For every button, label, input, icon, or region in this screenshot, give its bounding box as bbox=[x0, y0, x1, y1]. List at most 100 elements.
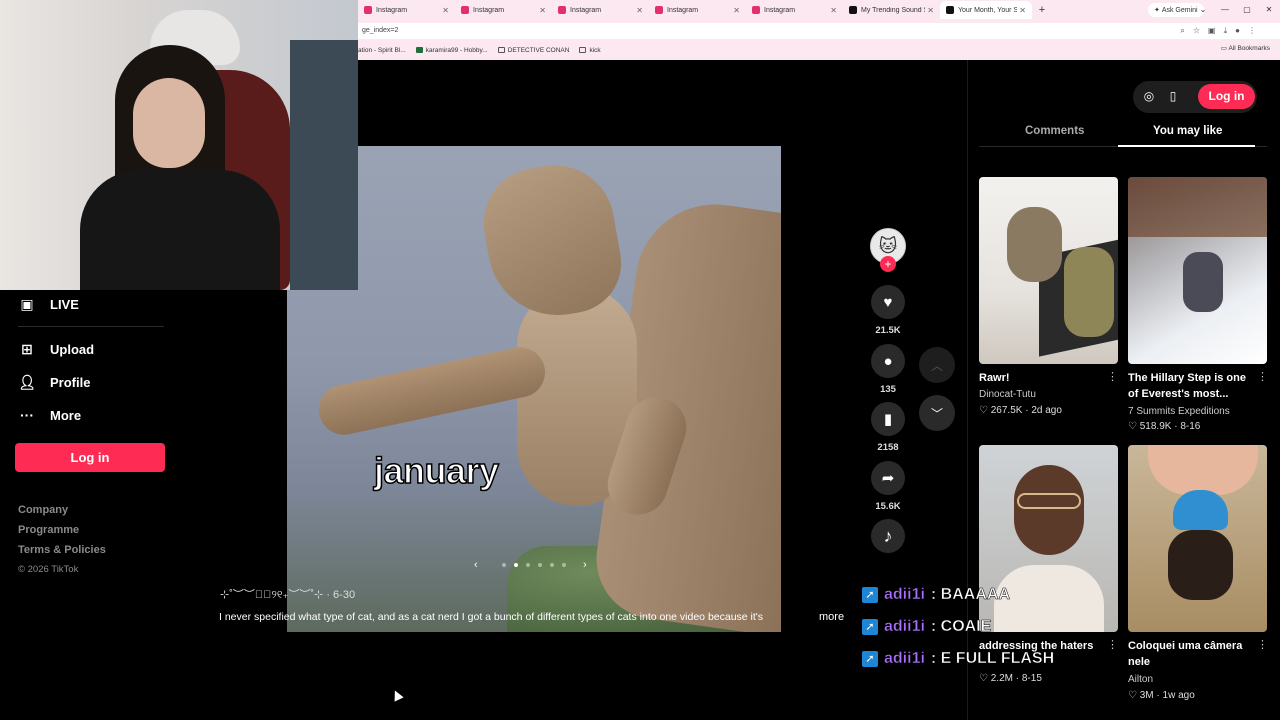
card-author[interactable]: 7 Summits Expeditions bbox=[1128, 406, 1230, 417]
bookmark-favicon-icon bbox=[415, 47, 423, 53]
carousel-dot[interactable] bbox=[514, 563, 518, 567]
card-more-icon[interactable]: ⋮ bbox=[1107, 370, 1118, 383]
card-author[interactable]: Ailton bbox=[1128, 674, 1153, 685]
follow-button[interactable]: + bbox=[880, 256, 896, 272]
save-button[interactable]: ▮ bbox=[871, 402, 905, 436]
tab-you-may-like[interactable]: You may like bbox=[1153, 125, 1222, 137]
close-window-icon[interactable]: ✕ bbox=[1258, 0, 1280, 20]
close-icon[interactable]: ✕ bbox=[733, 6, 740, 15]
share-button[interactable]: ➦ bbox=[871, 461, 905, 495]
card-title[interactable]: Rawr! bbox=[979, 370, 1104, 386]
carousel-next-icon[interactable]: › bbox=[583, 559, 587, 571]
browser-tab[interactable]: Instagram ✕ bbox=[552, 1, 649, 19]
address-bar[interactable]: ge_index=2 bbox=[358, 23, 1280, 39]
chat-badge-icon: ➚ bbox=[862, 619, 878, 635]
card-more-icon[interactable]: ⋮ bbox=[1107, 638, 1118, 651]
carousel-dot[interactable] bbox=[526, 563, 530, 567]
sidebar-login-button[interactable]: Log in bbox=[15, 443, 165, 472]
thumb-cat bbox=[1007, 207, 1062, 282]
carousel-dot[interactable] bbox=[562, 563, 566, 567]
star-icon[interactable]: ☆ bbox=[1193, 26, 1200, 36]
download-icon[interactable]: ⤓ bbox=[1224, 26, 1228, 36]
card-date: 1w ago bbox=[1162, 690, 1195, 701]
maximize-icon[interactable]: ▢ bbox=[1236, 0, 1258, 20]
extensions-icon[interactable]: ▣ bbox=[1208, 26, 1216, 36]
bookmark[interactable]: kick bbox=[579, 47, 601, 54]
sidebar-divider bbox=[18, 326, 164, 327]
footer-link-terms[interactable]: Terms & Policies bbox=[18, 544, 106, 556]
tab-search-icon[interactable]: ⌄ bbox=[1192, 0, 1214, 20]
cat-avatar-icon: 🐱︎ bbox=[878, 235, 898, 256]
footer-link-company[interactable]: Company bbox=[18, 504, 68, 516]
sidebar-item-profile[interactable]: 👤︎ Profile bbox=[18, 373, 90, 391]
zoom-icon[interactable]: ⌕ bbox=[1180, 26, 1184, 36]
bookmark[interactable]: DETECTIVE CONAN bbox=[497, 47, 569, 54]
like-count: 21.5K bbox=[875, 325, 901, 336]
thumb-rock bbox=[1128, 177, 1267, 237]
compass-icon[interactable]: ◎ bbox=[1136, 85, 1162, 107]
tiktok-sound-button[interactable]: ♪ bbox=[871, 519, 905, 553]
close-icon[interactable]: ✕ bbox=[830, 6, 837, 15]
next-video-button[interactable]: ﹀ bbox=[919, 395, 955, 431]
close-icon[interactable]: ✕ bbox=[442, 6, 449, 15]
card-more-icon[interactable]: ⋮ bbox=[1257, 638, 1268, 651]
thumb-dino bbox=[1064, 247, 1114, 337]
card-title[interactable]: Coloquei uma câmera nele bbox=[1128, 638, 1253, 670]
carousel-dot[interactable] bbox=[502, 563, 506, 567]
browser-tab[interactable]: Instagram ✕ bbox=[649, 1, 746, 19]
sidebar-item-label: Upload bbox=[50, 341, 95, 357]
previous-video-button[interactable]: ︿ bbox=[919, 347, 955, 383]
comment-count: 135 bbox=[880, 384, 896, 395]
chat-message: ➚ adii1i: COAIE bbox=[862, 618, 992, 636]
chat-badge-icon: ➚ bbox=[862, 587, 878, 603]
comment-icon: ● bbox=[883, 352, 893, 370]
carousel-dot[interactable] bbox=[538, 563, 542, 567]
instagram-icon bbox=[655, 6, 663, 14]
video-thumbnail[interactable] bbox=[1128, 177, 1267, 364]
instagram-icon bbox=[558, 6, 566, 14]
like-button[interactable]: ♥ bbox=[871, 285, 905, 319]
chat-text: : COAIE bbox=[930, 618, 992, 636]
bookmark[interactable]: karamira99 - Hobby... bbox=[415, 47, 488, 54]
minimize-icon[interactable]: — bbox=[1214, 0, 1236, 20]
carousel-dot[interactable] bbox=[550, 563, 554, 567]
video-player[interactable] bbox=[287, 146, 781, 632]
menu-icon[interactable]: ⋮ bbox=[1248, 26, 1256, 36]
description-more-button[interactable]: more bbox=[819, 611, 844, 623]
footer-link-programme[interactable]: Programme bbox=[18, 524, 79, 536]
close-icon[interactable]: ✕ bbox=[636, 6, 643, 15]
sidebar-item-live[interactable]: ▣ LIVE bbox=[18, 295, 79, 313]
bookmark[interactable]: ation - Spirit Bl... bbox=[358, 47, 406, 54]
close-icon[interactable]: ✕ bbox=[1019, 6, 1026, 15]
sidebar-item-more[interactable]: ··· More bbox=[18, 406, 81, 424]
close-icon[interactable]: ✕ bbox=[539, 6, 546, 15]
thumb-shirt bbox=[994, 565, 1104, 632]
card-meta: ♡ 3M · 1w ago bbox=[1128, 690, 1195, 701]
carousel-prev-icon[interactable]: ‹ bbox=[474, 559, 478, 571]
card-more-icon[interactable]: ⋮ bbox=[1257, 370, 1268, 383]
new-tab-button[interactable]: + bbox=[1032, 4, 1052, 16]
profile-avatar-icon[interactable]: ● bbox=[1235, 26, 1240, 36]
close-icon[interactable]: ✕ bbox=[927, 6, 934, 15]
thumb-hand bbox=[1148, 445, 1258, 495]
chevron-up-icon: ︿ bbox=[930, 358, 943, 373]
video-author[interactable]: ⊹˚︶︶₊ﾟ୨୧₊︶︶˚⊹ · 6-30 bbox=[220, 586, 355, 602]
meta-separator: · bbox=[1022, 405, 1032, 416]
browser-tab[interactable]: Instagram ✕ bbox=[358, 1, 455, 19]
video-thumbnail[interactable] bbox=[979, 177, 1118, 364]
comment-button[interactable]: ● bbox=[871, 344, 905, 378]
top-login-button[interactable]: Log in bbox=[1198, 84, 1255, 109]
all-bookmarks[interactable]: ▭ All Bookmarks bbox=[1221, 44, 1270, 52]
webcam-shelf bbox=[290, 40, 358, 290]
browser-tab[interactable]: Instagram ✕ bbox=[746, 1, 843, 19]
sidebar-item-upload[interactable]: ⊞ Upload bbox=[18, 340, 94, 358]
video-thumbnail[interactable] bbox=[1128, 445, 1267, 632]
phone-icon[interactable]: ▯ bbox=[1160, 85, 1186, 107]
browser-tab[interactable]: Instagram ✕ bbox=[455, 1, 552, 19]
browser-tab-active[interactable]: Your Month, Your Silly C✕ bbox=[940, 1, 1032, 19]
card-title[interactable]: The Hillary Step is one of Everest's mos… bbox=[1128, 370, 1253, 402]
meta-separator: · bbox=[1171, 421, 1181, 432]
browser-tab[interactable]: My Trending Sound Styl✕ bbox=[843, 1, 940, 19]
tab-comments[interactable]: Comments bbox=[1025, 125, 1084, 137]
card-author[interactable]: Dinocat-Tutu bbox=[979, 389, 1036, 400]
